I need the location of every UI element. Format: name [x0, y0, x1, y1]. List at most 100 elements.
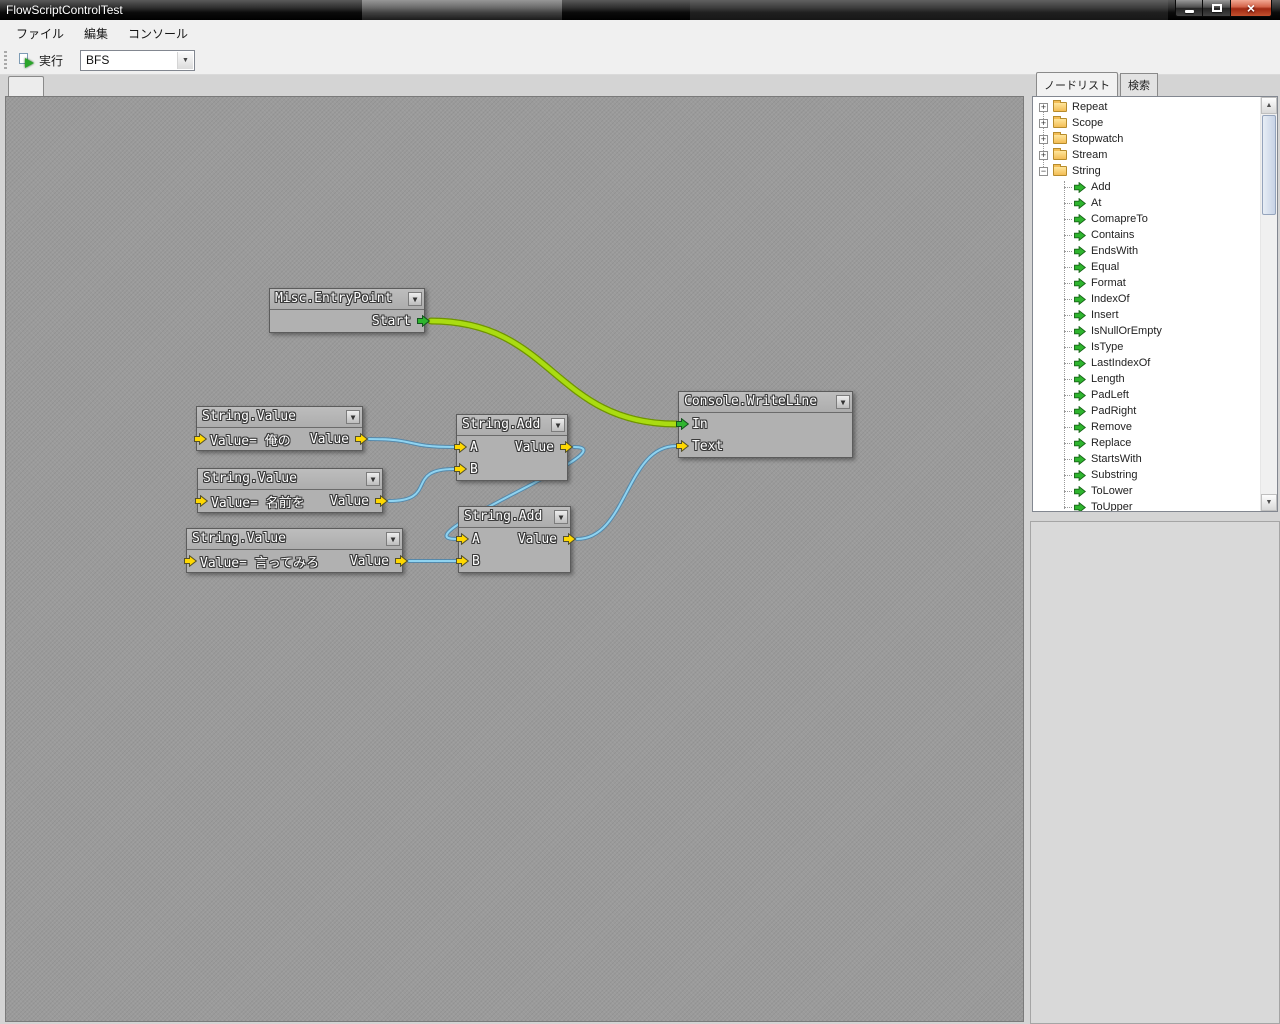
- tree-folder-stream[interactable]: +Stream: [1033, 147, 1260, 163]
- menu-edit[interactable]: 編集: [74, 21, 118, 46]
- expander-collapsed-icon[interactable]: +: [1039, 103, 1048, 112]
- node-title-bar[interactable]: String.Value▼: [197, 407, 362, 428]
- tree-item-label: Substring: [1091, 469, 1137, 481]
- node-title-bar[interactable]: String.Add▼: [459, 507, 570, 528]
- value-in-port-icon[interactable]: [456, 555, 469, 567]
- value-in-port-icon[interactable]: [184, 555, 197, 567]
- scrollbar-thumb[interactable]: [1262, 115, 1276, 215]
- node-dropdown-icon[interactable]: ▼: [346, 410, 360, 424]
- tree-node-equal[interactable]: Equal: [1033, 259, 1260, 275]
- tree-scrollbar[interactable]: ▲ ▼: [1260, 97, 1277, 511]
- expander-collapsed-icon[interactable]: +: [1039, 151, 1048, 160]
- value-in-port-icon[interactable]: [456, 533, 469, 545]
- node-dropdown-icon[interactable]: ▼: [386, 532, 400, 546]
- wire-value[interactable]: [369, 439, 454, 447]
- value-out-port-icon[interactable]: [395, 555, 408, 567]
- value-in-port-icon[interactable]: [454, 463, 467, 475]
- port-label: Value: [518, 532, 557, 547]
- flow-in-port-icon[interactable]: [676, 418, 689, 430]
- scroll-down-icon[interactable]: ▼: [1261, 494, 1277, 511]
- menu-console[interactable]: コンソール: [118, 21, 198, 46]
- tree-node-length[interactable]: Length: [1033, 371, 1260, 387]
- traversal-mode-combobox[interactable]: BFS ▼: [80, 50, 195, 71]
- wire-flow[interactable]: [431, 321, 676, 424]
- expander-collapsed-icon[interactable]: +: [1039, 119, 1048, 128]
- value-in-port-icon[interactable]: [194, 433, 207, 445]
- tree-item-label: EndsWith: [1091, 245, 1138, 257]
- tree-node-lastindexof[interactable]: LastIndexOf: [1033, 355, 1260, 371]
- node-dropdown-icon[interactable]: ▼: [836, 395, 850, 409]
- value-out-port-icon[interactable]: [375, 495, 388, 507]
- node-title-bar[interactable]: String.Add▼: [457, 415, 567, 436]
- tab-search[interactable]: 検索: [1120, 73, 1158, 96]
- node-title-bar[interactable]: String.Value▼: [187, 529, 402, 550]
- value-out-port-icon[interactable]: [560, 441, 573, 453]
- node-tree: +Repeat+Scope+Stopwatch+Stream − String Add…: [1033, 99, 1260, 511]
- toolbar: 実行 BFS ▼: [0, 46, 1280, 75]
- close-button[interactable]: ×: [1230, 0, 1272, 17]
- toolbar-grip[interactable]: [4, 51, 7, 69]
- node-dropdown-icon[interactable]: ▼: [554, 510, 568, 524]
- node-dropdown-icon[interactable]: ▼: [408, 292, 422, 306]
- expander-expanded-icon[interactable]: −: [1039, 167, 1048, 176]
- node-entry[interactable]: Misc.EntryPoint▼Start: [269, 288, 425, 333]
- canvas-document-tab[interactable]: [8, 76, 44, 97]
- tree-node-indexof[interactable]: IndexOf: [1033, 291, 1260, 307]
- node-arrow-icon: [1074, 326, 1086, 337]
- minimize-button[interactable]: [1175, 0, 1203, 17]
- node-add2[interactable]: String.Add▼AValueB: [458, 506, 571, 573]
- tree-folder-stopwatch[interactable]: +Stopwatch: [1033, 131, 1260, 147]
- tree-node-padleft[interactable]: PadLeft: [1033, 387, 1260, 403]
- node-title-bar[interactable]: Misc.EntryPoint ▼: [270, 289, 424, 310]
- tree-node-comapreto[interactable]: ComapreTo: [1033, 211, 1260, 227]
- node-value3[interactable]: String.Value▼Value= 言ってみろValue: [186, 528, 403, 573]
- node-writeline[interactable]: Console.WriteLine▼InText: [678, 391, 853, 458]
- tree-folder-string[interactable]: − String: [1033, 163, 1260, 179]
- tree-folder-scope[interactable]: +Scope: [1033, 115, 1260, 131]
- node-port-row: A Value: [459, 528, 570, 550]
- node-value2[interactable]: String.Value▼Value= 名前をValue: [197, 468, 383, 513]
- port-label: A: [472, 532, 480, 547]
- tree-node-format[interactable]: Format: [1033, 275, 1260, 291]
- tree-node-add[interactable]: Add: [1033, 179, 1260, 195]
- run-button[interactable]: 実行: [11, 49, 70, 72]
- tree-node-startswith[interactable]: StartsWith: [1033, 451, 1260, 467]
- tree-node-replace[interactable]: Replace: [1033, 435, 1260, 451]
- value-out-port-icon[interactable]: [563, 533, 576, 545]
- tree-node-padright[interactable]: PadRight: [1033, 403, 1260, 419]
- tab-node-list[interactable]: ノードリスト: [1036, 72, 1118, 96]
- expander-collapsed-icon[interactable]: +: [1039, 135, 1048, 144]
- tree-node-at[interactable]: At: [1033, 195, 1260, 211]
- tree-node-insert[interactable]: Insert: [1033, 307, 1260, 323]
- node-title-text: Misc.EntryPoint: [275, 291, 392, 306]
- node-title-bar[interactable]: String.Value▼: [198, 469, 382, 490]
- flow-out-port-icon[interactable]: [417, 315, 430, 327]
- tree-node-endswith[interactable]: EndsWith: [1033, 243, 1260, 259]
- tree-node-contains[interactable]: Contains: [1033, 227, 1260, 243]
- tree-node-tolower[interactable]: ToLower: [1033, 483, 1260, 499]
- node-title-bar[interactable]: Console.WriteLine▼: [679, 392, 852, 413]
- value-out-port-icon[interactable]: [355, 433, 368, 445]
- node-value1[interactable]: String.Value▼Value= 俺のValue: [196, 406, 363, 451]
- wire-value[interactable]: [577, 446, 676, 539]
- tree-node-substring[interactable]: Substring: [1033, 467, 1260, 483]
- value-in-port-icon[interactable]: [676, 440, 689, 452]
- value-in-port-icon[interactable]: [195, 495, 208, 507]
- node-canvas[interactable]: Misc.EntryPoint▼StartConsole.WriteLine▼I…: [5, 96, 1024, 1022]
- menu-file[interactable]: ファイル: [6, 21, 74, 46]
- maximize-button[interactable]: [1203, 0, 1230, 17]
- value-in-port-icon[interactable]: [454, 441, 467, 453]
- tree-node-remove[interactable]: Remove: [1033, 419, 1260, 435]
- chevron-down-icon[interactable]: ▼: [177, 52, 193, 69]
- node-dropdown-icon[interactable]: ▼: [366, 472, 380, 486]
- tree-node-istype[interactable]: IsType: [1033, 339, 1260, 355]
- tree-node-toupper[interactable]: ToUpper: [1033, 499, 1260, 511]
- tree-item-label: String: [1072, 165, 1101, 177]
- tree-node-isnullorempty[interactable]: IsNullOrEmpty: [1033, 323, 1260, 339]
- tree-folder-repeat[interactable]: +Repeat: [1033, 99, 1260, 115]
- scroll-up-icon[interactable]: ▲: [1261, 97, 1277, 114]
- node-add1[interactable]: String.Add▼AValueB: [456, 414, 568, 481]
- node-dropdown-icon[interactable]: ▼: [551, 418, 565, 432]
- tree-item-label: Length: [1091, 373, 1125, 385]
- wire-value[interactable]: [389, 469, 454, 501]
